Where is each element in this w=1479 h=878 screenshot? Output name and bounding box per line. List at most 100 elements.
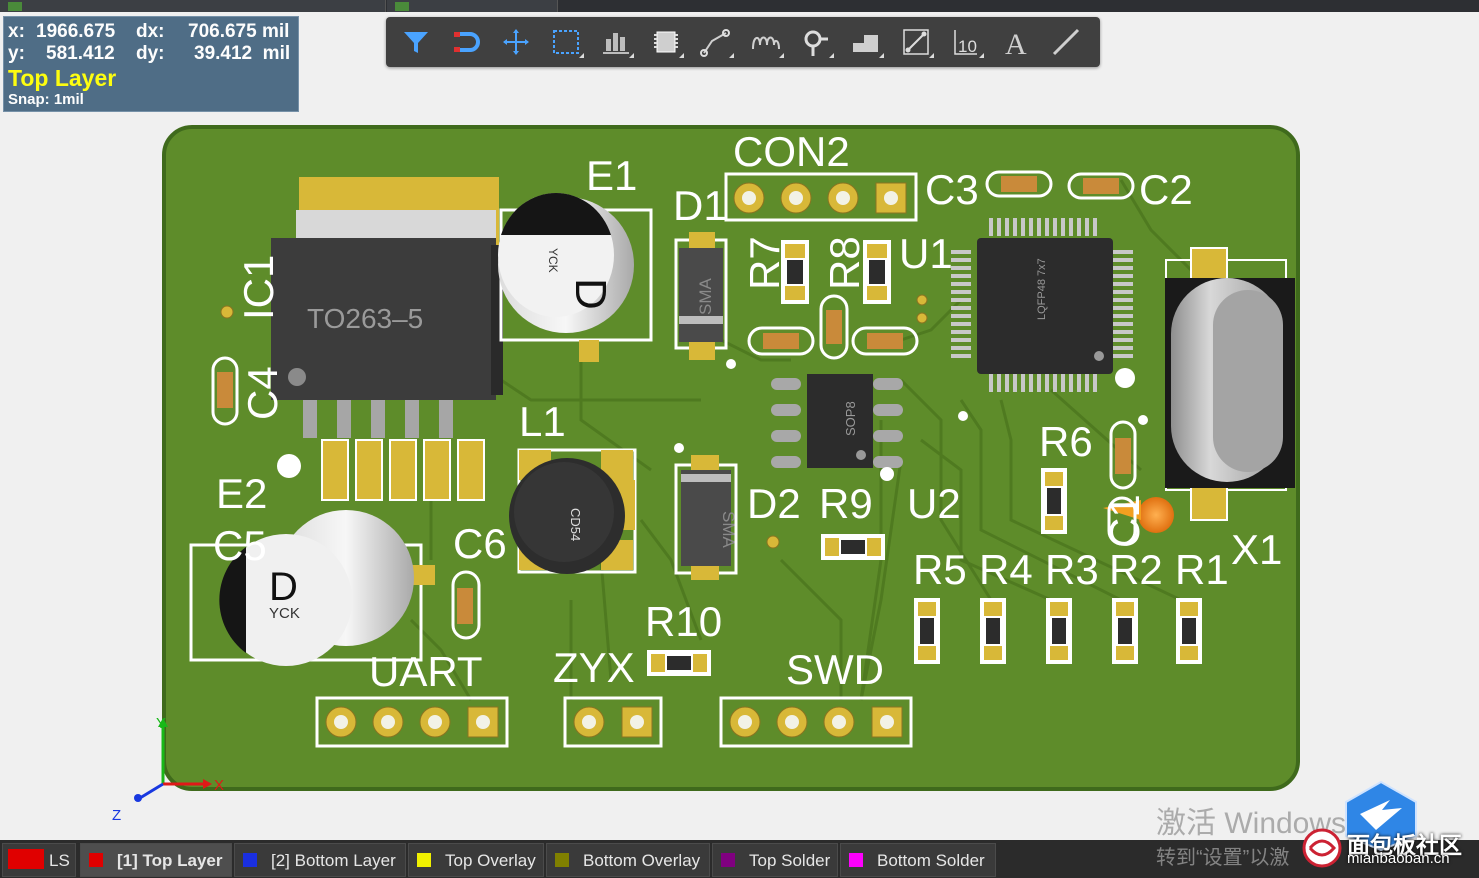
layer-tab-label: Bottom Solder [877, 851, 985, 870]
layer-color-swatch [721, 853, 735, 867]
e2-polarity-mark: D [269, 565, 298, 609]
dropdown-arrow-icon[interactable] [729, 53, 734, 58]
axis-x-label: X [214, 777, 224, 794]
layer-tab-top-solder[interactable]: Top Solder [712, 843, 838, 877]
place-line-icon[interactable] [1046, 25, 1086, 59]
designator-zyx: ZYX [553, 644, 635, 691]
document-tab-strip [0, 0, 1479, 12]
axis-z-label: Z [112, 807, 121, 824]
designator-c4: C4 [239, 366, 286, 420]
dropdown-arrow-icon[interactable] [629, 53, 634, 58]
document-tab-2[interactable] [387, 0, 558, 12]
hud-x-label: x: [8, 21, 25, 42]
snap-magnet-icon[interactable] [446, 25, 486, 59]
pcb-3d-view[interactable]: TO263–5 D YCK D YCK SMA SMA CD54 SOP8 LQ… [166, 129, 1296, 787]
hud-dx-value: 706.675 mil [188, 21, 290, 42]
designator-c3: C3 [925, 166, 979, 213]
designator-r10: R10 [645, 598, 722, 645]
dropdown-arrow-icon[interactable] [779, 53, 784, 58]
uart-header [315, 696, 509, 748]
axis-gizmo: Y X Z [112, 715, 224, 824]
align-icon[interactable] [596, 25, 636, 59]
layer-tab-top-overlay[interactable]: Top Overlay [408, 843, 544, 877]
hud-dy-value: 39.412 mil [194, 43, 291, 64]
place-region-icon[interactable] [896, 25, 936, 59]
designator-r9: R9 [819, 480, 873, 527]
d1-body-text: SMA [696, 278, 715, 316]
layer-set-tab[interactable]: LS [2, 843, 76, 877]
layer-tab-bottom-overlay[interactable]: Bottom Overlay [546, 843, 710, 877]
layer-color-swatch [555, 853, 569, 867]
con2-header [724, 172, 918, 222]
hud-y-label: y: [8, 43, 25, 64]
u2-sop8 [771, 374, 903, 481]
swd-header [719, 696, 913, 748]
e2-brand: YCK [269, 605, 300, 622]
u2-body-text: SOP8 [843, 401, 858, 436]
designator-d2: D2 [747, 480, 801, 527]
designator-r3: R3 [1045, 546, 1099, 593]
layer-tab-label: [2] Bottom Layer [271, 851, 396, 870]
designator-l1: L1 [519, 398, 566, 445]
document-tab-1[interactable] [0, 0, 386, 12]
e1-polarity-mark: D [566, 278, 615, 310]
designator-swd: SWD [786, 646, 884, 693]
dropdown-arrow-icon[interactable] [679, 53, 684, 58]
heads-up-display: x: 1966.675 dx: 706.675 mil y: 581.412 d… [3, 16, 299, 112]
layer-tab-label: Bottom Overlay [583, 851, 701, 870]
l1-body-text: CD54 [568, 508, 583, 541]
designator-uart: UART [369, 648, 483, 695]
hud-y-value: 581.412 [46, 43, 115, 64]
layer-tab-label: LS [49, 851, 70, 870]
layer-tab-bottom-solder[interactable]: Bottom Solder [840, 843, 996, 877]
designator-c5: C5 [213, 522, 267, 569]
dropdown-arrow-icon[interactable] [879, 53, 884, 58]
interactive-route-icon[interactable] [746, 25, 786, 59]
hud-x-value: 1966.675 [36, 21, 116, 42]
select-rect-icon[interactable] [546, 25, 586, 59]
active-bar-toolbar: 10 A [386, 17, 1100, 67]
designator-icon[interactable]: 10 [946, 25, 986, 59]
designator-c6: C6 [453, 520, 507, 567]
place-string-icon[interactable]: A [996, 25, 1036, 59]
axis-y-label: Y [156, 715, 166, 732]
route-track-icon[interactable] [696, 25, 736, 59]
layer-tab-label: [1] Top Layer [117, 851, 223, 870]
zyx-header [563, 696, 663, 748]
crosshair-move-icon[interactable] [496, 25, 536, 59]
layer-tab-label: Top Overlay [445, 851, 536, 870]
place-component-icon[interactable] [646, 25, 686, 59]
designator-c1: C1 [1101, 494, 1148, 548]
site-watermark: 面包板社区 mianbaoban.cn [1300, 780, 1479, 878]
designator-r6: R6 [1039, 418, 1093, 465]
hud-dx-label: dx: [136, 21, 165, 42]
hud-x-row: x: 1966.675 dx: 706.675 mil [8, 21, 289, 43]
place-string-icon-text: A [1005, 28, 1027, 59]
designator-r8: R8 [821, 236, 868, 290]
layer-tab-top-layer[interactable]: [1] Top Layer [80, 843, 232, 877]
designator-r7: R7 [741, 236, 788, 290]
pcb-file-icon [395, 2, 409, 11]
windows-activation-hint: 转到“设置”以激 [1156, 847, 1290, 869]
hud-y-row: y: 581.412 dy: 39.412 mil [8, 43, 290, 65]
designator-d1: D1 [673, 182, 727, 229]
layer-color-swatch [417, 853, 431, 867]
designator-ic1: IC1 [235, 255, 282, 320]
layer-tab-bottom-layer[interactable]: [2] Bottom Layer [234, 843, 406, 877]
dropdown-arrow-icon[interactable] [979, 53, 984, 58]
dropdown-arrow-icon[interactable] [829, 53, 834, 58]
dropdown-arrow-icon[interactable] [929, 53, 934, 58]
d2-body-text: SMA [719, 511, 738, 549]
layer-color-swatch [8, 849, 44, 869]
designator-u1: U1 [899, 230, 953, 277]
filter-icon[interactable] [396, 25, 436, 59]
place-via-icon[interactable] [796, 25, 836, 59]
hud-dy-label: dy: [136, 43, 165, 64]
dropdown-arrow-icon[interactable] [579, 53, 584, 58]
designator-u2: U2 [907, 480, 961, 527]
pcb-file-icon [8, 2, 22, 11]
e1-brand: YCK [546, 248, 560, 273]
place-polygon-icon[interactable] [846, 25, 886, 59]
designator-r5: R5 [913, 546, 967, 593]
pcb-board[interactable]: TO263–5 D YCK D YCK SMA SMA CD54 SOP8 LQ… [162, 125, 1300, 791]
